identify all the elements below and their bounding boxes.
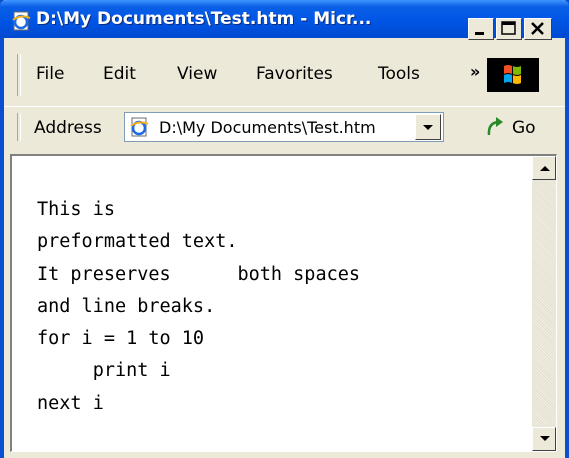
close-button[interactable] (524, 18, 552, 40)
go-button[interactable]: Go (482, 113, 552, 141)
menu-favorites[interactable]: Favorites (256, 64, 333, 84)
window-frame-right (565, 0, 569, 458)
menu-bar: File Edit View Favorites Tools » (4, 44, 565, 106)
menu-overflow-chevron[interactable]: » (470, 62, 480, 81)
page-content[interactable]: This is preformatted text. It preserves … (10, 154, 557, 452)
address-input[interactable]: D:\My Documents\Test.htm (124, 112, 444, 142)
preformatted-text: This is preformatted text. It preserves … (37, 199, 361, 414)
toolbar-grip[interactable] (17, 113, 21, 141)
address-dropdown-button[interactable] (415, 114, 441, 140)
scroll-down-button[interactable] (532, 427, 556, 451)
ie-page-icon (128, 116, 150, 138)
maximize-icon (501, 21, 516, 35)
address-label: Address (34, 118, 102, 138)
go-label: Go (512, 118, 536, 138)
menu-file[interactable]: File (36, 64, 64, 84)
arrow-up-icon (540, 166, 550, 171)
minimize-button[interactable] (468, 18, 494, 40)
throbber (487, 58, 539, 92)
menu-view[interactable]: View (177, 64, 217, 84)
windows-logo-icon (504, 65, 521, 84)
go-arrow-icon (487, 117, 503, 136)
menu-edit[interactable]: Edit (103, 64, 136, 84)
vertical-scrollbar[interactable] (532, 156, 556, 451)
toolbar-grip[interactable] (17, 54, 21, 96)
scroll-up-button[interactable] (532, 156, 556, 180)
maximize-button[interactable] (496, 18, 522, 40)
address-bar: Address D:\My Documents\Test.htm Go (4, 106, 565, 147)
menu-tools[interactable]: Tools (378, 64, 420, 84)
arrow-down-icon (540, 436, 550, 441)
title-bar[interactable]: D:\My Documents\Test.htm - Micr... (0, 0, 569, 40)
window-title: D:\My Documents\Test.htm - Micr... (36, 9, 372, 29)
close-icon (531, 22, 544, 35)
chevron-down-icon (423, 125, 433, 130)
address-value[interactable]: D:\My Documents\Test.htm (159, 118, 376, 137)
minimize-icon (475, 32, 484, 35)
ie-page-icon (10, 10, 32, 32)
